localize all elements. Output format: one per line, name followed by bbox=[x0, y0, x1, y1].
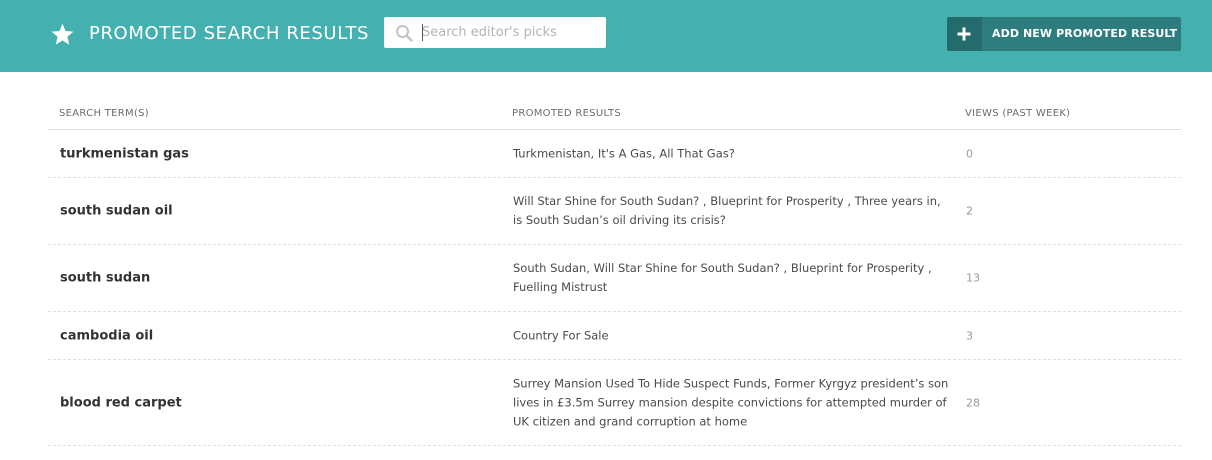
search-term[interactable]: south sudan bbox=[60, 271, 150, 286]
page-header: PROMOTED SEARCH RESULTS ADD NEW PROMOTED… bbox=[0, 0, 1212, 72]
search-icon bbox=[396, 25, 413, 42]
table-row[interactable]: blood red carpet Surrey Mansion Used To … bbox=[48, 360, 1181, 446]
search-term[interactable]: turkmenistan gas bbox=[60, 146, 189, 161]
star-icon bbox=[51, 23, 74, 45]
search-term[interactable]: blood red carpet bbox=[60, 395, 182, 410]
views-count: 28 bbox=[966, 396, 980, 409]
views-count: 3 bbox=[966, 329, 973, 342]
table-row[interactable]: turkmenistan gas Turkmenistan, It's A Ga… bbox=[48, 130, 1181, 178]
promoted-results-table: SEARCH TERM(S) PROMOTED RESULTS VIEWS (P… bbox=[48, 100, 1181, 446]
promoted-results: Will Star Shine for South Sudan? , Bluep… bbox=[513, 194, 941, 227]
search-term[interactable]: south sudan oil bbox=[60, 204, 173, 219]
promoted-results: Surrey Mansion Used To Hide Suspect Fund… bbox=[513, 376, 949, 428]
table-row[interactable]: south sudan South Sudan, Will Star Shine… bbox=[48, 245, 1181, 312]
views-count: 2 bbox=[966, 204, 973, 218]
search-term[interactable]: cambodia oil bbox=[60, 328, 153, 343]
page-title: PROMOTED SEARCH RESULTS bbox=[89, 23, 369, 44]
promoted-results: South Sudan, Will Star Shine for South S… bbox=[513, 261, 932, 294]
column-header-views: VIEWS (PAST WEEK) bbox=[965, 108, 1071, 119]
plus-icon-cell bbox=[947, 17, 982, 51]
promoted-results: Country For Sale bbox=[513, 328, 609, 342]
plus-icon bbox=[957, 27, 971, 41]
add-button-label: ADD NEW PROMOTED RESULT bbox=[992, 27, 1178, 40]
text-cursor bbox=[422, 24, 423, 41]
promoted-results: Turkmenistan, It's A Gas, All That Gas? bbox=[513, 146, 735, 160]
table-header: SEARCH TERM(S) PROMOTED RESULTS VIEWS (P… bbox=[48, 100, 1181, 130]
views-count: 0 bbox=[966, 147, 973, 160]
views-count: 13 bbox=[966, 271, 980, 285]
table-row[interactable]: cambodia oil Country For Sale 3 bbox=[48, 312, 1181, 360]
add-promoted-result-button[interactable]: ADD NEW PROMOTED RESULT bbox=[947, 17, 1181, 51]
search-box[interactable] bbox=[384, 17, 606, 48]
table-row[interactable]: south sudan oil Will Star Shine for Sout… bbox=[48, 178, 1181, 245]
search-input[interactable] bbox=[422, 21, 600, 44]
column-header-search-terms: SEARCH TERM(S) bbox=[59, 108, 149, 119]
column-header-promoted-results: PROMOTED RESULTS bbox=[512, 108, 622, 119]
